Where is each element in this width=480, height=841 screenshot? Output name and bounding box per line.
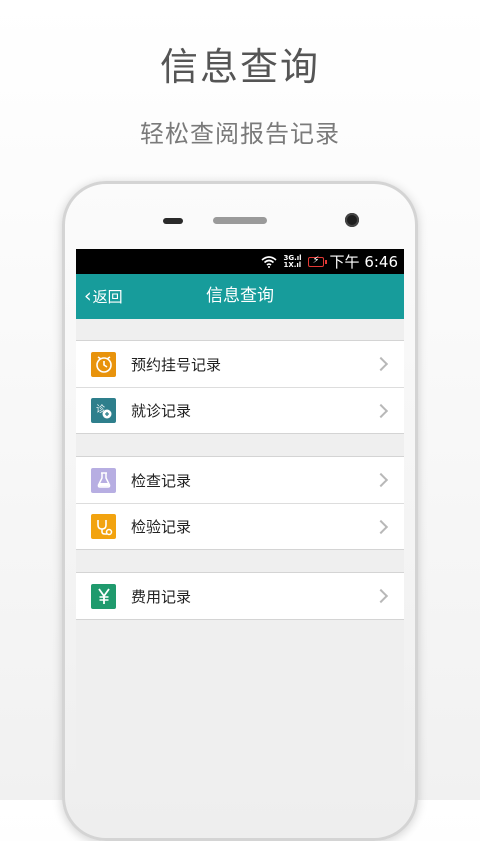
promo-subtitle: 轻松查阅报告记录 <box>140 120 340 148</box>
list-item-fee-records[interactable]: 费用记录 <box>76 573 404 619</box>
chevron-right-icon <box>373 472 389 488</box>
battery-charging-icon: ⚡ <box>307 254 327 267</box>
signal-bars-icon-2: .ıl <box>293 260 302 269</box>
wifi-icon <box>261 255 277 268</box>
list-item-label: 检验记录 <box>131 518 192 536</box>
list-item-label: 就诊记录 <box>131 402 192 420</box>
consultation-icon: 诊 <box>91 398 116 423</box>
phone-screen: 3G.ıl 1X.ıl ⚡ 下午 6:46 ‹ 返回 信息查询 预约挂号记录 诊… <box>76 249 404 800</box>
chevron-right-icon <box>373 356 389 372</box>
chevron-right-icon <box>373 588 389 604</box>
list-group-records: 预约挂号记录 诊 就诊记录 <box>76 340 404 434</box>
promo-title: 信息查询 <box>159 45 320 89</box>
list-item-exam-records[interactable]: 检查记录 <box>76 457 404 503</box>
speaker-grill <box>213 217 267 224</box>
list-item-consultation-records[interactable]: 诊 就诊记录 <box>76 387 404 433</box>
app-header: ‹ 返回 信息查询 <box>76 274 404 319</box>
list-item-lab-test-records[interactable]: 检验记录 <box>76 503 404 549</box>
bolt-icon: ⚡ <box>312 254 320 266</box>
sensor-dot <box>163 218 183 224</box>
front-camera <box>345 213 359 227</box>
appointment-clock-icon <box>91 351 116 377</box>
network-indicator: 3G.ıl 1X.ıl <box>283 254 302 269</box>
yuan-icon <box>91 583 116 609</box>
list-item-appointment-records[interactable]: 预约挂号记录 <box>76 341 404 387</box>
list-group-lab: 检查记录 检验记录 <box>76 456 404 550</box>
chevron-right-icon <box>373 403 389 418</box>
network-1x-label: 1X <box>283 260 294 269</box>
stethoscope-icon <box>91 514 116 539</box>
list-item-label: 预约挂号记录 <box>131 355 222 374</box>
flask-icon <box>91 467 116 493</box>
list-group-fees: 费用记录 <box>76 572 404 620</box>
status-time: 下午 6:46 <box>329 253 398 271</box>
list-item-label: 费用记录 <box>131 587 192 606</box>
page-title: 信息查询 <box>206 286 274 306</box>
status-bar: 3G.ıl 1X.ıl ⚡ 下午 6:46 <box>76 249 404 274</box>
chevron-right-icon <box>373 519 389 534</box>
list-item-label: 检查记录 <box>131 471 192 490</box>
